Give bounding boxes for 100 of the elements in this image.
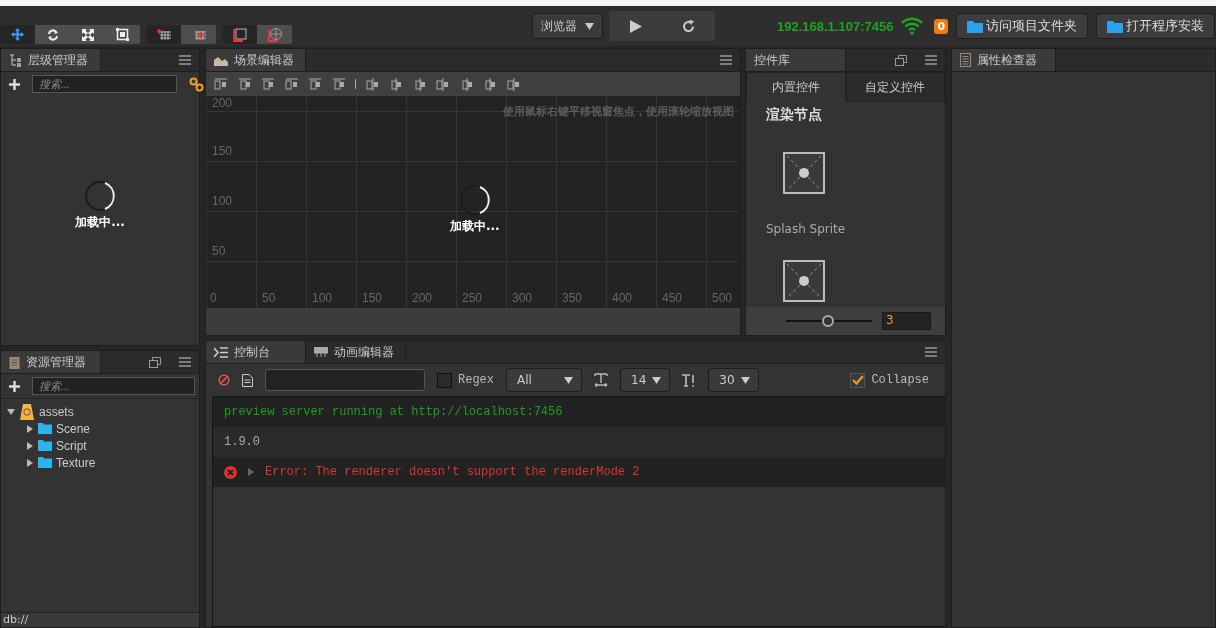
local-axis-icon (232, 27, 247, 42)
align-icon[interactable] (284, 77, 299, 91)
font-size-icon (594, 373, 608, 387)
line-height-icon (682, 373, 697, 387)
axis-label: 400 (612, 291, 633, 305)
expanded-arrow-icon[interactable] (7, 407, 15, 416)
panel-tab[interactable]: 层级管理器 (1, 49, 101, 71)
align-icon[interactable] (436, 77, 450, 91)
sprite-node-icon[interactable] (783, 260, 825, 302)
clipboard-icon (9, 355, 20, 369)
local-tool-button[interactable] (222, 25, 257, 44)
panel-tab[interactable]: 资源管理器 (1, 351, 101, 373)
tree-item[interactable]: Texture (1, 454, 199, 471)
align-icon[interactable] (261, 77, 275, 91)
align-icon[interactable] (331, 77, 346, 91)
add-icon[interactable] (9, 78, 20, 90)
align-icon[interactable] (412, 77, 427, 91)
rotate-tool-button[interactable] (35, 25, 70, 44)
axis-label: 0 (210, 291, 217, 305)
axis-label: 300 (512, 291, 533, 305)
popout-icon[interactable] (895, 55, 907, 66)
align-icon[interactable] (459, 77, 474, 91)
loading-spinner (84, 180, 116, 212)
library-tab[interactable]: 内置控件 (746, 72, 846, 102)
console-icon (214, 346, 228, 358)
axis-label: 250 (462, 291, 483, 305)
axis-label: 500 (712, 291, 733, 305)
add-icon[interactable] (9, 380, 20, 392)
menu-icon[interactable] (179, 357, 191, 367)
collapsed-arrow-icon[interactable] (26, 441, 34, 450)
panel-tab[interactable]: 属性检查器 (952, 49, 1056, 71)
zoom-field[interactable]: 3 (882, 312, 931, 330)
folder-icon (38, 440, 52, 451)
tree-item[interactable]: Scene (1, 420, 199, 437)
landscape-icon (214, 54, 228, 66)
asset-path: db:// (3, 613, 29, 626)
wifi-icon (901, 17, 924, 35)
log-message: 1.9.0 (224, 435, 260, 449)
server-address: 192.168.1.107:7456 (777, 18, 894, 34)
align-icon[interactable] (214, 77, 228, 91)
axis-label: 50 (212, 244, 226, 258)
filter-field[interactable] (265, 369, 425, 391)
align-icon[interactable] (483, 77, 497, 91)
rect-tool-button[interactable] (105, 25, 140, 44)
slider-thumb[interactable] (822, 315, 835, 327)
zoom-slider[interactable] (786, 315, 872, 327)
move-tool-button[interactable] (0, 25, 35, 44)
collapsed-arrow-icon[interactable] (26, 424, 34, 433)
play-icon (629, 19, 642, 33)
error-icon (224, 465, 237, 479)
platform-dropdown[interactable]: 浏览器 (532, 13, 603, 39)
axis-label: 100 (312, 291, 333, 305)
loading-spinner (458, 184, 491, 216)
section-heading: 渲染节点 (766, 106, 823, 124)
align-icon[interactable] (237, 77, 252, 91)
regex-checkbox[interactable] (437, 372, 452, 388)
search-field[interactable]: 搜索... (32, 75, 177, 93)
scene-view[interactable]: 200 150 100 50 0 50 100 150 200 250 300 350 400 450 500 使用鼠标右键平移视窗焦点，使用滚轮缩放视图 加载中... (206, 96, 740, 308)
expand-arrow-icon[interactable] (248, 468, 254, 476)
library-tab[interactable]: 自定义控件 (845, 72, 945, 102)
menu-icon[interactable] (179, 55, 191, 65)
align-icon[interactable] (506, 77, 521, 91)
panel-tab[interactable]: 控件库 (746, 49, 846, 71)
align-icon[interactable] (308, 77, 322, 91)
link-icon[interactable] (189, 76, 204, 92)
center-tool-button[interactable] (181, 25, 216, 44)
align-icon[interactable] (389, 77, 403, 91)
menu-icon[interactable] (720, 55, 732, 65)
menu-icon[interactable] (925, 347, 937, 357)
menu-icon[interactable] (925, 55, 937, 65)
panel-tab[interactable]: 场景编辑器 (206, 49, 306, 71)
globe-axis-icon (267, 27, 282, 42)
panel-tab[interactable]: 控制台 (206, 341, 306, 363)
folder-icon (967, 19, 984, 33)
clear-icon[interactable] (218, 374, 230, 386)
node-label: Splash Sprite (766, 222, 847, 236)
axis-label: 200 (212, 96, 233, 110)
axis-label: 50 (262, 291, 276, 305)
checkbox-label: Collapse (871, 373, 929, 387)
folder-button[interactable]: 打开程序安装 (1096, 13, 1216, 39)
axis-label: 100 (212, 194, 233, 208)
pivot-tool-button[interactable] (146, 25, 181, 44)
popout-icon[interactable] (149, 357, 161, 368)
caret-icon (740, 376, 750, 384)
search-field[interactable]: 搜索... (32, 377, 195, 395)
sprite-node-icon[interactable] (783, 152, 825, 194)
log-message: preview server running at http://localhost:7456 (224, 405, 563, 419)
tree-item[interactable]: Script (1, 437, 199, 454)
document-icon[interactable] (242, 373, 253, 387)
collapse-checkbox[interactable] (850, 372, 866, 388)
folder-icon (1107, 19, 1124, 33)
collapsed-arrow-icon[interactable] (26, 458, 34, 467)
axis-label: 450 (662, 291, 683, 305)
line-height-dropdown[interactable]: 30 (708, 368, 759, 392)
font-size-dropdown[interactable]: 14 (620, 368, 671, 392)
log-level-dropdown[interactable]: All (506, 368, 582, 392)
align-icon[interactable] (365, 77, 380, 91)
tree-icon (9, 53, 22, 67)
tree-item[interactable]: assets (1, 403, 199, 420)
folder-button[interactable]: 访问项目文件夹 (956, 13, 1089, 39)
